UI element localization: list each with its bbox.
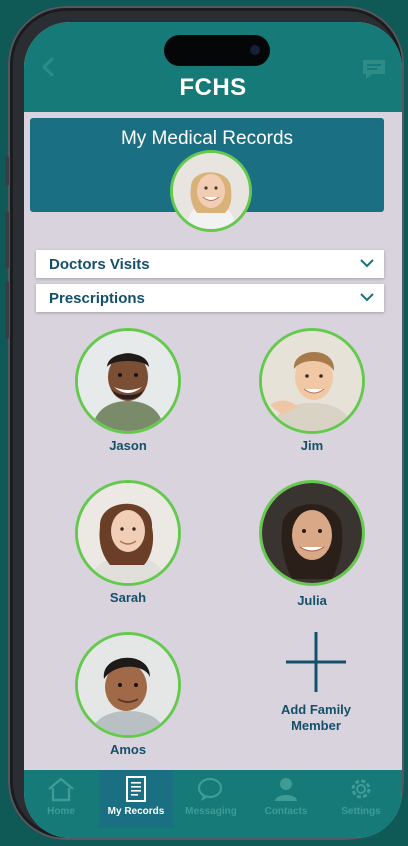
member-name: Jim (300, 438, 324, 453)
tab-label: Messaging (185, 806, 237, 817)
tab-contacts[interactable]: Contacts (249, 770, 323, 828)
add-member-label-line2: Member (291, 718, 341, 733)
screen: FCHS My Medical Records Doctors Visits P… (24, 22, 402, 838)
main-content: My Medical Records Doctors Visits Prescr… (24, 112, 402, 770)
avatar (75, 632, 181, 738)
chat-icon (197, 777, 223, 801)
family-member-amos[interactable]: Amos (72, 632, 184, 757)
avatar (259, 328, 365, 434)
user-avatar[interactable] (170, 150, 252, 232)
home-icon (48, 777, 74, 802)
bottom-tab-bar: Home My Records Messaging Contacts Setti… (24, 770, 402, 838)
gear-icon (351, 779, 371, 799)
member-name: Sarah (109, 590, 147, 605)
add-member-label-line1: Add Family (280, 702, 352, 717)
phone-frame: FCHS My Medical Records Doctors Visits P… (5, 6, 404, 840)
tab-settings[interactable]: Settings (324, 770, 398, 828)
avatar (75, 328, 181, 434)
doctors-visits-dropdown[interactable]: Doctors Visits (36, 250, 384, 278)
volume-up-button (5, 211, 9, 269)
avatar (75, 480, 181, 586)
page-title: My Medical Records (120, 128, 294, 149)
tab-home[interactable]: Home (24, 770, 98, 828)
dropdown-label: Doctors Visits (49, 256, 150, 273)
mute-switch (5, 156, 9, 186)
dropdown-label: Prescriptions (49, 290, 145, 307)
volume-down-button (5, 281, 9, 339)
tab-label: Settings (341, 806, 381, 817)
contacts-icon (275, 778, 297, 801)
dynamic-island (164, 35, 270, 66)
member-name: Amos (109, 742, 147, 757)
family-member-sarah[interactable]: Sarah (72, 480, 184, 605)
add-member-label: Add Family Member (260, 702, 372, 734)
family-member-julia[interactable]: Julia (256, 480, 368, 608)
member-name: Jason (109, 438, 147, 453)
chevron-down-icon (360, 293, 374, 302)
document-icon (126, 776, 146, 802)
family-member-jason[interactable]: Jason (72, 328, 184, 453)
tab-messaging[interactable]: Messaging (174, 770, 248, 828)
add-family-member-button[interactable]: Add Family Member (260, 632, 372, 734)
avatar (259, 480, 365, 586)
plus-icon (286, 632, 346, 692)
tab-label: Home (47, 806, 75, 817)
prescriptions-dropdown[interactable]: Prescriptions (36, 284, 384, 312)
member-name: Julia (297, 593, 327, 608)
app-logo: FCHS (179, 74, 247, 101)
family-member-jim[interactable]: Jim (256, 328, 368, 453)
tab-my-records[interactable]: My Records (99, 770, 173, 828)
tab-label: My Records (107, 806, 165, 817)
chevron-down-icon (360, 259, 374, 268)
top-bar: FCHS (24, 22, 402, 112)
tab-label: Contacts (264, 806, 308, 817)
